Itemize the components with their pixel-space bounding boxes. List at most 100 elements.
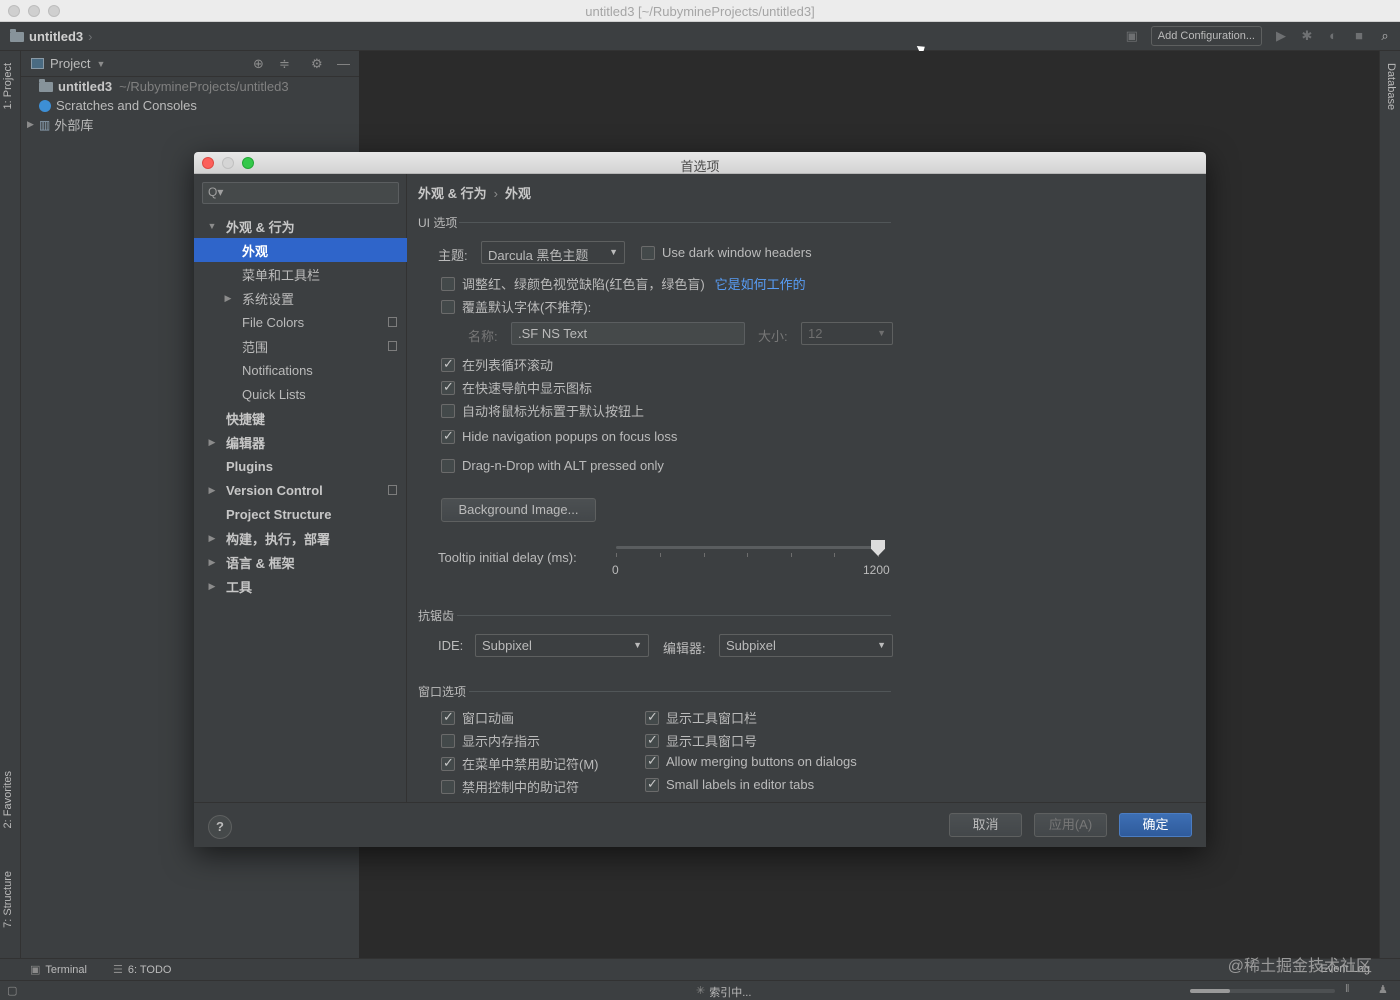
help-button[interactable]: ? [208, 815, 232, 839]
apply-button[interactable]: 应用(A) [1034, 813, 1107, 837]
structure-tool-tab[interactable]: 7: Structure [2, 871, 14, 928]
slider-thumb[interactable] [871, 540, 885, 556]
settings-item-notifications[interactable]: Notifications [194, 358, 407, 382]
settings-item-scopes[interactable]: 范围 [194, 334, 407, 358]
todo-list-icon: ☰ [113, 964, 123, 976]
settings-item-plugins[interactable]: Plugins [194, 454, 407, 478]
chevron-right-icon: ▶ [27, 119, 34, 129]
tree-item-project-root[interactable]: untitled3 ~/RubymineProjects/untitled3 [27, 77, 359, 96]
show-tool-window-numbers-checkbox[interactable]: 显示工具窗口号 [645, 731, 757, 750]
move-mouse-default-button-checkbox[interactable]: 自动将鼠标光标置于默认按钮上 [441, 401, 644, 420]
theme-combo[interactable]: Darcula 黑色主题 ▼ [481, 241, 625, 264]
editor-antialiasing-label: 编辑器: [663, 641, 706, 656]
chevron-down-icon: ▼ [96, 58, 106, 69]
settings-item-system-settings[interactable]: ▶ 系统设置 [194, 286, 407, 310]
settings-item-languages-frameworks[interactable]: ▶ 语言 & 框架 [194, 550, 407, 574]
dialog-footer: ? 取消 应用(A) 确定 [194, 802, 1206, 847]
divider [457, 615, 891, 616]
settings-item-appearance-behavior[interactable]: ▼ 外观 & 行为 [194, 214, 407, 238]
hide-navigation-popups-checkbox[interactable]: Hide navigation popups on focus loss [441, 428, 677, 444]
divider [469, 691, 891, 692]
spinner-icon: ✳ [696, 985, 706, 997]
indexing-status[interactable]: ✳ 索引中... [696, 984, 751, 1000]
font-size-label: 大小: [758, 329, 788, 344]
cyclic-scroll-checkbox[interactable]: 在列表循环滚动 [441, 355, 553, 374]
project-tool-tab[interactable]: 1: Project [2, 63, 14, 109]
debug-icon[interactable]: ✱ [1300, 29, 1314, 43]
editor-antialiasing-combo[interactable]: Subpixel ▼ [719, 634, 893, 657]
cancel-button[interactable]: 取消 [949, 813, 1022, 837]
show-icons-navigation-checkbox[interactable]: 在快速导航中显示图标 [441, 378, 592, 397]
settings-search-input[interactable]: Q▾ [202, 182, 399, 204]
drag-drop-alt-checkbox[interactable]: Drag-n-Drop with ALT pressed only [441, 458, 664, 473]
nav-project-breadcrumb[interactable]: untitled3 › [10, 28, 93, 44]
hide-panel-icon[interactable]: — [337, 56, 350, 71]
theme-label: 主题: [438, 248, 468, 263]
small-labels-editor-tabs-checkbox[interactable]: Small labels in editor tabs [645, 776, 814, 792]
gear-icon[interactable]: ⚙ [311, 56, 323, 72]
add-configuration-button[interactable]: Add Configuration... [1150, 26, 1262, 46]
search-icon: Q▾ [208, 185, 224, 199]
left-tool-stripe: 1: Project 2: Favorites 7: Structure [0, 51, 21, 958]
show-memory-indicator-checkbox[interactable]: 显示内存指示 [441, 731, 540, 750]
stop-icon[interactable]: ■ [1352, 29, 1366, 43]
toggle-tool-windows-icon[interactable]: ▢ [7, 984, 17, 997]
ok-button[interactable]: 确定 [1119, 813, 1192, 837]
pause-icon[interactable]: ‖ [1345, 983, 1350, 995]
settings-item-keymap[interactable]: 快捷键 [194, 406, 407, 430]
tree-item-label: Scratches and Consoles [56, 98, 197, 113]
settings-item-quick-lists[interactable]: Quick Lists [194, 382, 407, 406]
project-scope-icon [388, 485, 397, 495]
todo-tool-tab[interactable]: ☰ 6: TODO [113, 963, 171, 977]
chevron-down-icon: ▼ [633, 640, 642, 650]
color-blind-checkbox[interactable]: 调整红、绿颜色视觉缺陷(红色盲，绿色盲) 它是如何工作的 [441, 274, 806, 293]
dark-window-headers-checkbox[interactable]: Use dark window headers [641, 245, 812, 260]
project-scope-icon [388, 317, 397, 327]
font-name-field[interactable]: .SF NS Text [511, 322, 745, 345]
chevron-right-icon: ▶ [208, 556, 216, 567]
font-size-combo[interactable]: 12 ▼ [801, 322, 893, 345]
disable-mnemonics-controls-checkbox[interactable]: 禁用控制中的助记符 [441, 777, 579, 796]
ide-antialiasing-label: IDE: [438, 638, 464, 653]
project-panel-header: Project ▼ ⊕ ≑ ⚙ — [21, 51, 359, 77]
section-title-antialiasing: 抗锯齿 [418, 609, 455, 623]
coverage-icon[interactable]: ◐ [1326, 29, 1340, 43]
settings-item-editor[interactable]: ▶ 编辑器 [194, 430, 407, 454]
slider-min-label: 0 [612, 563, 619, 577]
background-image-button[interactable]: Background Image... [441, 498, 596, 522]
override-font-checkbox[interactable]: 覆盖默认字体(不推荐): [441, 297, 591, 316]
chevron-right-icon: ▶ [208, 532, 216, 543]
settings-item-version-control[interactable]: ▶ Version Control [194, 478, 407, 502]
project-view-selector[interactable]: Project [50, 56, 90, 71]
locate-icon[interactable]: ⊕ [253, 56, 264, 72]
settings-item-appearance[interactable]: 外观 [194, 238, 407, 262]
tree-item-scratches[interactable]: Scratches and Consoles [27, 96, 359, 115]
settings-item-file-colors[interactable]: File Colors [194, 310, 407, 334]
terminal-tool-tab[interactable]: ▣ Terminal [30, 963, 87, 977]
search-everywhere-icon[interactable]: ⌕ [1378, 29, 1392, 43]
ide-antialiasing-combo[interactable]: Subpixel ▼ [475, 634, 649, 657]
how-it-works-link[interactable]: 它是如何工作的 [715, 274, 806, 293]
settings-item-build-execution[interactable]: ▶ 构建，执行，部署 [194, 526, 407, 550]
collapse-all-icon[interactable]: ≑ [279, 56, 290, 72]
status-bar: ▢ ✳ 索引中... ‖ ♟ [0, 980, 1400, 1000]
chevron-right-icon: ▶ [208, 436, 216, 447]
settings-item-project-structure[interactable]: Project Structure [194, 502, 407, 526]
settings-tree: ▼ 外观 & 行为 外观 菜单和工具栏 ▶ 系统设置 File Colors 范围 … [194, 214, 407, 598]
allow-merging-buttons-checkbox[interactable]: Allow merging buttons on dialogs [645, 753, 857, 769]
settings-sidebar: Q▾ ▼ 外观 & 行为 外观 菜单和工具栏 ▶ 系统设置 File Colors … [194, 174, 407, 802]
animate-windows-checkbox[interactable]: 窗口动画 [441, 708, 514, 727]
chevron-down-icon: ▼ [877, 328, 886, 338]
run-icon[interactable]: ▶ [1274, 29, 1288, 43]
favorites-tool-tab[interactable]: 2: Favorites [2, 771, 14, 828]
hector-icon[interactable]: ♟ [1378, 983, 1388, 996]
folder-icon [39, 78, 53, 92]
show-tool-window-bars-checkbox[interactable]: 显示工具窗口栏 [645, 708, 757, 727]
tree-item-path: ~/RubymineProjects/untitled3 [119, 79, 289, 94]
disable-mnemonics-menu-checkbox[interactable]: 在菜单中禁用助记符(M) [441, 754, 599, 773]
database-tool-tab[interactable]: Database [1385, 63, 1397, 110]
settings-item-tools[interactable]: ▶ 工具 [194, 574, 407, 598]
tree-item-external-libraries[interactable]: ▶ ▥ 外部库 [27, 115, 359, 134]
run-config-icon[interactable]: ▣ [1125, 29, 1139, 43]
settings-item-menus-toolbars[interactable]: 菜单和工具栏 [194, 262, 407, 286]
